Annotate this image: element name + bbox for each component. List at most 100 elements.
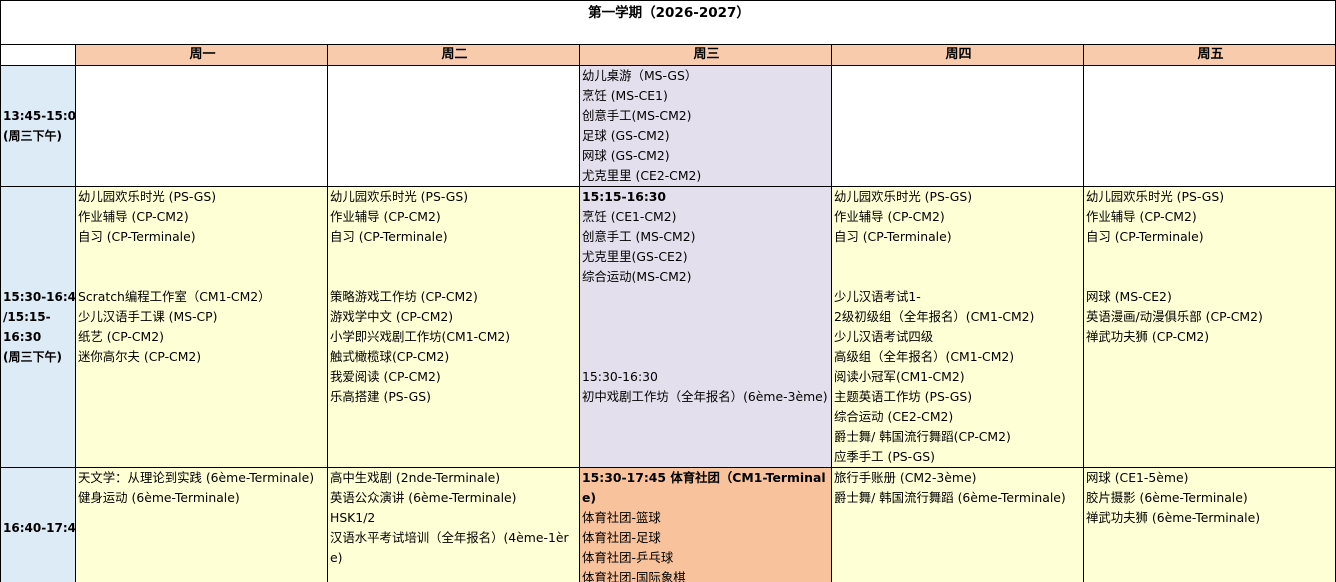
time-slot-2: 15:30-16:40 /15:15- 16:30 (周三下午) bbox=[0, 186, 76, 468]
activity-item: 胶片摄影 (6ème-Terminale) bbox=[1086, 490, 1248, 505]
activity-item: 爵士舞/ 韩国流行舞蹈(CP-CM2) bbox=[834, 429, 1011, 444]
activity-item: 少儿汉语考试四级 bbox=[834, 329, 934, 344]
activity-item: 高级组（全年报名）(CM1-CM2) bbox=[834, 349, 1015, 364]
activity-time: 15:15-16:30 bbox=[582, 189, 667, 204]
activity-item: 创意手工(MS-CM2) bbox=[582, 108, 692, 123]
day-header-friday: 周五 bbox=[1082, 44, 1336, 66]
cell-fri-slot3: 网球 (CE1-5ème) 胶片摄影 (6ème-Terminale) 禅武功夫… bbox=[1082, 467, 1336, 582]
schedule-sheet: 第一学期（2026-2027） 周一 周二 周三 周四 周五 13:45-15:… bbox=[0, 0, 1336, 582]
time-label: (周三下午) bbox=[3, 129, 62, 143]
activity-item: 网球 (GS-CM2) bbox=[582, 148, 670, 163]
activity-item: 旅行手账册 (CM2-3ème) bbox=[834, 470, 977, 485]
activity-item: 阅读小冠军(CM1-CM2) bbox=[834, 369, 965, 384]
activity-item: 幼儿园欢乐时光 (PS-GS) bbox=[1086, 189, 1225, 204]
activity-item: 尤克里里(GS-CE2) bbox=[582, 249, 688, 264]
activity-item: 幼儿园欢乐时光 (PS-GS) bbox=[834, 189, 973, 204]
day-header-tuesday: 周二 bbox=[327, 44, 580, 66]
corner-cell bbox=[0, 44, 76, 66]
activity-item: 综合运动 (CE2-CM2) bbox=[834, 409, 954, 424]
activity-item: 综合运动(MS-CM2) bbox=[582, 269, 692, 284]
time-label: 13:45-15:00 bbox=[3, 109, 76, 123]
cell-mon-slot1 bbox=[75, 65, 328, 187]
activity-item: 策略游戏工作坊 (CP-CM2) bbox=[330, 289, 478, 304]
cell-mon-slot3: 天文学：从理论到实践 (6ème-Terminale) 健身运动 (6ème-T… bbox=[75, 467, 328, 582]
time-label: (周三下午) bbox=[3, 350, 62, 364]
day-header-monday: 周一 bbox=[75, 44, 328, 66]
time-label: /15:15- bbox=[3, 310, 51, 324]
activity-item: 主题英语工作坊 (PS-GS) bbox=[834, 389, 973, 404]
activity-item: 乐高搭建 (PS-GS) bbox=[330, 389, 431, 404]
activity-item: 作业辅导 (CP-CM2) bbox=[834, 209, 945, 224]
cell-wed-slot2: 15:15-16:30 烹饪 (CE1-CM2) 创意手工 (MS-CM2) 尤… bbox=[579, 186, 832, 468]
activity-item: 幼儿园欢乐时光 (PS-GS) bbox=[330, 189, 469, 204]
schedule-table: 第一学期（2026-2027） 周一 周二 周三 周四 周五 13:45-15:… bbox=[0, 0, 1336, 582]
cell-mon-slot2: 幼儿园欢乐时光 (PS-GS) 作业辅导 (CP-CM2) 自习 (CP-Ter… bbox=[75, 186, 328, 468]
activity-item: 应季手工 (PS-GS) bbox=[834, 449, 935, 464]
day-header-wednesday: 周三 bbox=[579, 44, 832, 66]
cell-wed-slot3: 15:30-17:45 体育社团（CM1-Terminale) 体育社团-篮球 … bbox=[579, 467, 832, 582]
activity-item: 作业辅导 (CP-CM2) bbox=[78, 209, 189, 224]
activity-item: 英语漫画/动漫俱乐部 (CP-CM2) bbox=[1086, 309, 1263, 324]
activity-item: 初中戏剧工作坊（全年报名）(6ème-3ème) bbox=[582, 389, 828, 404]
time-label: 16:30 bbox=[3, 330, 42, 344]
cell-wed-slot1: 幼儿桌游（MS-GS） 烹饪 (MS-CE1) 创意手工(MS-CM2) 足球 … bbox=[579, 65, 832, 187]
cell-tue-slot2: 幼儿园欢乐时光 (PS-GS) 作业辅导 (CP-CM2) 自习 (CP-Ter… bbox=[327, 186, 580, 468]
activity-item: 足球 (GS-CM2) bbox=[582, 128, 670, 143]
activity-item: 网球 (MS-CE2) bbox=[1086, 289, 1172, 304]
activity-item: 爵士舞/ 韩国流行舞蹈 (6ème-Terminale) bbox=[834, 490, 1066, 505]
activity-item: 少儿汉语考试1- bbox=[834, 289, 921, 304]
cell-thu-slot2: 幼儿园欢乐时光 (PS-GS) 作业辅导 (CP-CM2) 自习 (CP-Ter… bbox=[831, 186, 1084, 468]
activity-item: 游戏学中文 (CP-CM2) bbox=[330, 309, 454, 324]
activity-item: 烹饪 (CE1-CM2) bbox=[582, 209, 677, 224]
activity-item: 体育社团-篮球 bbox=[582, 510, 661, 525]
activity-item: 英语公众演讲 (6ème-Terminale) bbox=[330, 490, 517, 505]
activity-item: 作业辅导 (CP-CM2) bbox=[330, 209, 441, 224]
activity-item: 自习 (CP-Terminale) bbox=[78, 229, 196, 244]
activity-item: 禅武功夫狮 (6ème-Terminale) bbox=[1086, 510, 1261, 525]
activity-item: 体育社团-乒乓球 bbox=[582, 550, 674, 565]
cell-fri-slot1 bbox=[1082, 65, 1336, 187]
page-title: 第一学期（2026-2027） bbox=[0, 0, 1336, 45]
cell-tue-slot1 bbox=[327, 65, 580, 187]
time-label: 16:40-17:40 bbox=[3, 521, 76, 535]
activity-item: 网球 (CE1-5ème) bbox=[1086, 470, 1189, 485]
activity-item: 自习 (CP-Terminale) bbox=[330, 229, 448, 244]
activity-item: Scratch编程工作室（CM1-CM2） bbox=[78, 289, 271, 304]
activity-item: 体育社团-足球 bbox=[582, 530, 661, 545]
activity-item: 幼儿园欢乐时光 (PS-GS) bbox=[78, 189, 217, 204]
time-slot-1: 13:45-15:00 (周三下午) bbox=[0, 65, 76, 187]
activity-time: 15:30-16:30 bbox=[582, 369, 658, 384]
activity-item: 作业辅导 (CP-CM2) bbox=[1086, 209, 1197, 224]
activity-item: 纸艺 (CP-CM2) bbox=[78, 329, 164, 344]
time-label: 15:30-16:40 bbox=[3, 290, 76, 304]
activity-item: 自习 (CP-Terminale) bbox=[1086, 229, 1204, 244]
activity-item: 小学即兴戏剧工作坊(CM1-CM2) bbox=[330, 329, 511, 344]
activity-item: 触式橄榄球(CP-CM2) bbox=[330, 349, 450, 364]
activity-item: 我爱阅读 (CP-CM2) bbox=[330, 369, 441, 384]
activity-item: 创意手工 (MS-CM2) bbox=[582, 229, 696, 244]
cell-tue-slot3: 高中生戏剧 (2nde-Terminale) 英语公众演讲 (6ème-Term… bbox=[327, 467, 580, 582]
activity-item: 禅武功夫狮 (CP-CM2) bbox=[1086, 329, 1210, 344]
activity-item: 高中生戏剧 (2nde-Terminale) bbox=[330, 470, 501, 485]
time-slot-3: 16:40-17:40 bbox=[0, 467, 76, 582]
activity-item: 尤克里里 (CE2-CM2) bbox=[582, 168, 702, 183]
activity-item: 少儿汉语手工课 (MS-CP) bbox=[78, 309, 218, 324]
activity-item: 汉语水平考试培训（全年报名）(4ème-1ère) bbox=[330, 530, 569, 565]
cell-fri-slot2: 幼儿园欢乐时光 (PS-GS) 作业辅导 (CP-CM2) 自习 (CP-Ter… bbox=[1082, 186, 1336, 468]
activity-item: 体育社团-国际象棋 bbox=[582, 570, 686, 582]
activity-item: 2级初级组（全年报名）(CM1-CM2) bbox=[834, 309, 1035, 324]
activity-item: HSK1/2 bbox=[330, 510, 376, 525]
activity-item: 幼儿桌游（MS-GS） bbox=[582, 68, 698, 83]
cell-thu-slot3: 旅行手账册 (CM2-3ème) 爵士舞/ 韩国流行舞蹈 (6ème-Termi… bbox=[831, 467, 1084, 582]
day-header-thursday: 周四 bbox=[831, 44, 1084, 66]
